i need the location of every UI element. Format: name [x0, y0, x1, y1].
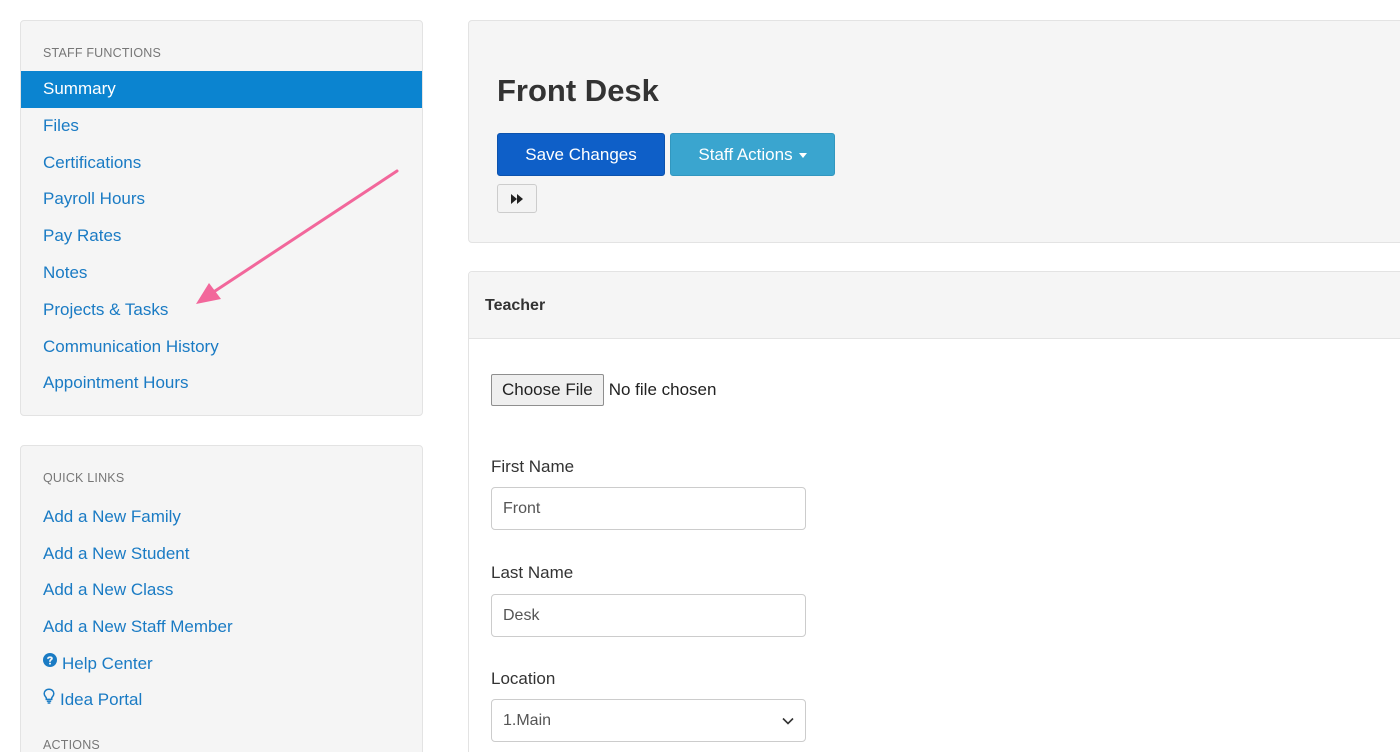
first-name-label: First Name: [491, 457, 575, 476]
staff-actions-dropdown[interactable]: Staff Actions: [670, 133, 835, 176]
staff-functions-list: Summary Files Certifications Payroll Hou…: [21, 71, 422, 402]
staff-functions-header: STAFF FUNCTIONS: [43, 46, 162, 60]
quick-links-list: Add a New Family Add a New Student Add a…: [21, 499, 422, 719]
quick-links-panel: QUICK LINKS Add a New Family Add a New S…: [20, 445, 423, 752]
fast-forward-icon: [498, 193, 536, 205]
page: STAFF FUNCTIONS Summary Files Certificat…: [0, 0, 1400, 752]
help-center-label: Help Center: [62, 653, 153, 673]
idea-portal-label: Idea Portal: [60, 690, 143, 710]
question-circle-icon: [43, 644, 57, 681]
actions-header: ACTIONS: [43, 738, 100, 752]
last-name-label: Last Name: [491, 563, 574, 582]
quick-link-help-center[interactable]: Help Center: [21, 646, 422, 683]
sidebar-item-pay-rates[interactable]: Pay Rates: [21, 218, 422, 255]
quick-link-add-student[interactable]: Add a New Student: [21, 536, 422, 573]
sidebar-item-appointment-hours[interactable]: Appointment Hours: [21, 365, 422, 402]
quick-links-header: QUICK LINKS: [43, 471, 125, 485]
file-status-text: No file chosen: [608, 380, 717, 399]
fast-forward-button[interactable]: [497, 184, 537, 213]
quick-link-add-family[interactable]: Add a New Family: [21, 499, 422, 536]
sidebar-item-payroll-hours[interactable]: Payroll Hours: [21, 181, 422, 218]
page-title: Front Desk: [497, 73, 659, 108]
save-changes-button[interactable]: Save Changes: [497, 133, 665, 176]
last-name-input[interactable]: [491, 594, 806, 637]
staff-functions-panel: STAFF FUNCTIONS Summary Files Certificat…: [20, 20, 423, 416]
first-name-input[interactable]: [491, 487, 806, 530]
lightbulb-icon: [43, 681, 55, 718]
form-panel-title: Teacher: [469, 272, 1400, 339]
sidebar-item-files[interactable]: Files: [21, 108, 422, 145]
quick-link-idea-portal[interactable]: Idea Portal: [21, 682, 422, 719]
staff-header-box: Front Desk Save Changes Staff Actions: [468, 20, 1400, 243]
location-selected-value: 1.Main: [503, 711, 552, 729]
location-select[interactable]: 1.Main: [491, 699, 806, 742]
file-upload-row: Choose File No file chosen: [491, 374, 716, 406]
sidebar-item-summary[interactable]: Summary: [21, 71, 422, 108]
sidebar-item-communication-history[interactable]: Communication History: [21, 329, 422, 366]
quick-link-add-staff-member[interactable]: Add a New Staff Member: [21, 609, 422, 646]
location-label: Location: [491, 669, 556, 688]
teacher-form-panel: Teacher Choose File No file chosen First…: [468, 271, 1400, 752]
staff-actions-label: Staff Actions: [698, 144, 793, 164]
choose-file-button[interactable]: Choose File: [491, 374, 604, 406]
caret-down-icon: [798, 152, 807, 158]
chevron-down-icon: [782, 712, 794, 730]
sidebar-item-notes[interactable]: Notes: [21, 255, 422, 292]
sidebar-item-projects-tasks[interactable]: Projects & Tasks: [21, 292, 422, 329]
quick-link-add-class[interactable]: Add a New Class: [21, 572, 422, 609]
sidebar-item-certifications[interactable]: Certifications: [21, 145, 422, 182]
